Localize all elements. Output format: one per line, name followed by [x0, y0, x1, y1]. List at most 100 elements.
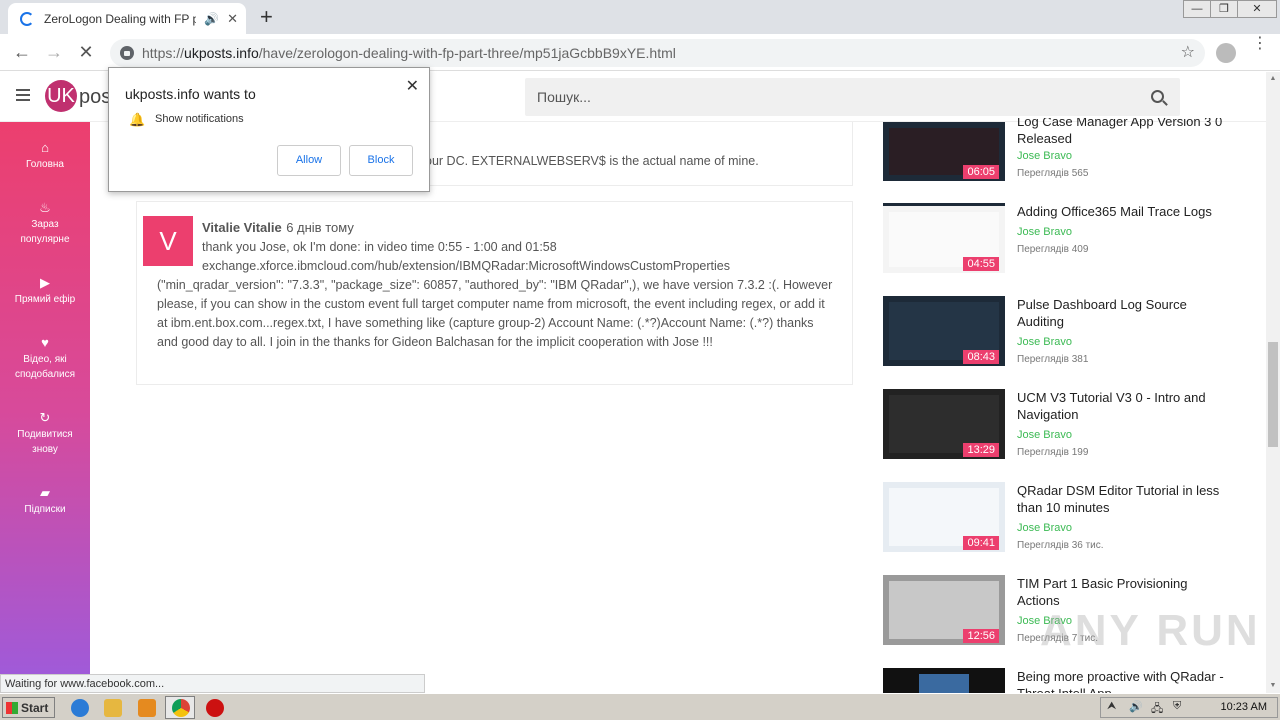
explorer-icon[interactable]	[104, 699, 122, 717]
video-thumbnail[interactable]: 12:56	[883, 575, 1005, 645]
folder-icon: ▰	[40, 485, 50, 500]
site-logo[interactable]: UK	[45, 80, 77, 112]
comment-link-text: exchange.xforce.ibmcloud.com/hub/extensi…	[202, 259, 731, 273]
close-tab-icon[interactable]: ✕	[227, 11, 238, 27]
bookmark-star-icon[interactable]: ☆	[1181, 42, 1195, 62]
video-title[interactable]: UCM V3 Tutorial V3 0 - Intro and Navigat…	[1017, 389, 1232, 423]
clock: 10:23 AM	[1220, 701, 1267, 713]
tab-title: ZeroLogon Dealing with FP part	[44, 11, 197, 26]
block-button[interactable]: Block	[349, 145, 413, 176]
search-icon[interactable]	[1151, 90, 1164, 103]
video-thumbnail[interactable]: 04:55	[883, 203, 1005, 273]
comment-text: our DC. EXTERNALWEBSERV$ is the actual n…	[425, 154, 759, 168]
video-item[interactable]: 08:43 Pulse Dashboard Log Source Auditin…	[883, 296, 1243, 382]
chrome-taskbar-button[interactable]	[165, 696, 195, 719]
comment-card: V Vitalie Vitalie 6 днів тому thank you …	[136, 201, 853, 385]
video-title[interactable]: Adding Office365 Mail Trace Logs	[1017, 203, 1232, 220]
network-icon[interactable]: 🖧	[1151, 700, 1163, 719]
avatar[interactable]: V	[143, 216, 193, 266]
back-button[interactable]: ←	[10, 40, 34, 64]
video-duration: 12:56	[963, 629, 999, 643]
sidebar-item-trending[interactable]: ♨ Зараз популярне	[0, 200, 90, 247]
sidebar-item-subscriptions[interactable]: ▰ Підписки	[0, 485, 90, 517]
video-thumbnail[interactable]	[883, 668, 1005, 693]
video-item[interactable]: 09:41 QRadar DSM Editor Tutorial in less…	[883, 482, 1243, 568]
fire-icon: ♨	[39, 200, 51, 215]
video-duration: 08:43	[963, 350, 999, 364]
windows-logo-icon	[6, 701, 18, 714]
close-icon[interactable]: ✕	[406, 76, 419, 96]
bell-icon: 🔔	[129, 112, 146, 127]
sidebar-item-liked[interactable]: ♥ Відео, які сподобалися	[0, 335, 90, 382]
video-thumbnail[interactable]: 09:41	[883, 482, 1005, 552]
hamburger-menu-icon[interactable]	[16, 89, 30, 101]
home-icon: ⌂	[41, 140, 49, 155]
video-channel[interactable]: Jose Bravo	[1017, 336, 1072, 348]
shield-icon[interactable]: ⛨	[1173, 700, 1181, 713]
video-views: Переглядів 409	[1017, 244, 1089, 255]
video-item[interactable]: 13:29 UCM V3 Tutorial V3 0 - Intro and N…	[883, 389, 1243, 475]
video-duration: 04:55	[963, 257, 999, 271]
video-item[interactable]: 06:05 Log Case Manager App Version 3 0 R…	[883, 106, 1243, 192]
browser-tab[interactable]: ZeroLogon Dealing with FP part 🔊 ✕	[8, 3, 246, 34]
video-title[interactable]: Log Case Manager App Version 3 0 Release…	[1017, 118, 1232, 152]
scroll-down-icon[interactable]: ▼	[1266, 679, 1280, 693]
sidebar-item-live[interactable]: ▶ Прямий ефір	[0, 275, 90, 307]
volume-icon[interactable]: 🔊	[1129, 700, 1143, 713]
comment-text: thank you Jose, ok I'm done: in video ti…	[202, 240, 557, 254]
ie-icon[interactable]	[71, 699, 89, 717]
chrome-icon	[172, 699, 190, 717]
stop-button[interactable]: ✕	[74, 40, 98, 64]
video-title[interactable]: QRadar DSM Editor Tutorial in less than …	[1017, 482, 1232, 516]
new-tab-button[interactable]: +	[260, 4, 273, 30]
comment-meta: Vitalie Vitalie 6 днів тому	[202, 219, 354, 237]
video-thumbnail[interactable]: 13:29	[883, 389, 1005, 459]
scroll-up-icon[interactable]: ▲	[1266, 72, 1280, 86]
scroll-thumb[interactable]	[1268, 342, 1278, 447]
video-channel[interactable]: Jose Bravo	[1017, 522, 1072, 534]
video-thumbnail[interactable]: 06:05	[883, 122, 1005, 181]
popup-title: ukposts.info wants to	[125, 86, 256, 102]
video-item[interactable]: Being more proactive with QRadar - Threa…	[883, 668, 1243, 693]
lock-icon[interactable]	[120, 46, 134, 60]
sidebar-item-history[interactable]: ↻ Подивитися знову	[0, 410, 90, 457]
scrollbar[interactable]: ▲ ▼	[1266, 72, 1280, 693]
sidebar-item-label: Відео, які сподобалися	[14, 354, 76, 380]
video-views: Переглядів 199	[1017, 447, 1089, 458]
browser-toolbar: ← → ✕ https://ukposts.info/have/zerologo…	[0, 34, 1280, 71]
comment-text: ("min_qradar_version": "7.3.3", "package…	[157, 278, 833, 349]
comment-author[interactable]: Vitalie Vitalie	[202, 220, 282, 235]
video-title[interactable]: Pulse Dashboard Log Source Auditing	[1017, 296, 1232, 330]
profile-avatar[interactable]	[1216, 43, 1236, 63]
video-views: Переглядів 381	[1017, 354, 1089, 365]
watermark: ANY RUN	[1040, 606, 1261, 655]
menu-icon[interactable]: ⋮	[1252, 36, 1268, 52]
up-arrow-icon[interactable]: ⮝	[1107, 700, 1116, 713]
video-title[interactable]: TIM Part 1 Basic Provisioning Actions	[1017, 575, 1232, 609]
video-channel[interactable]: Jose Bravo	[1017, 429, 1072, 441]
video-channel[interactable]: Jose Bravo	[1017, 150, 1072, 162]
comment-time: 6 днів тому	[286, 220, 354, 235]
minimize-button[interactable]: —	[1183, 0, 1211, 18]
sidebar-item-home[interactable]: ⌂ Головна	[0, 140, 90, 172]
start-button[interactable]: Start	[2, 697, 55, 718]
address-bar[interactable]: https://ukposts.info/have/zerologon-deal…	[110, 39, 1205, 67]
allow-button[interactable]: Allow	[277, 145, 341, 176]
video-duration: 13:29	[963, 443, 999, 457]
video-channel[interactable]: Jose Bravo	[1017, 226, 1072, 238]
maximize-button[interactable]: ❐	[1210, 0, 1238, 18]
taskbar: Start ⮝ 🔊 🖧 ⛨ 10:23 AM	[0, 693, 1280, 720]
speaker-icon[interactable]: 🔊	[204, 12, 219, 26]
stop-sign-icon[interactable]	[206, 699, 224, 717]
window-close-button[interactable]: ✕	[1237, 0, 1277, 18]
video-duration: 06:05	[963, 165, 999, 179]
status-bubble: Waiting for www.facebook.com...	[0, 674, 425, 693]
video-title[interactable]: Being more proactive with QRadar - Threa…	[1017, 668, 1232, 693]
video-item[interactable]: 04:55 Adding Office365 Mail Trace Logs J…	[883, 203, 1243, 289]
video-thumbnail[interactable]: 08:43	[883, 296, 1005, 366]
permission-label: Show notifications	[155, 113, 244, 125]
video-views: Переглядів 565	[1017, 168, 1089, 179]
media-player-icon[interactable]	[138, 699, 156, 717]
forward-button[interactable]: →	[42, 40, 66, 64]
sidebar-item-label: Підписки	[24, 504, 66, 515]
